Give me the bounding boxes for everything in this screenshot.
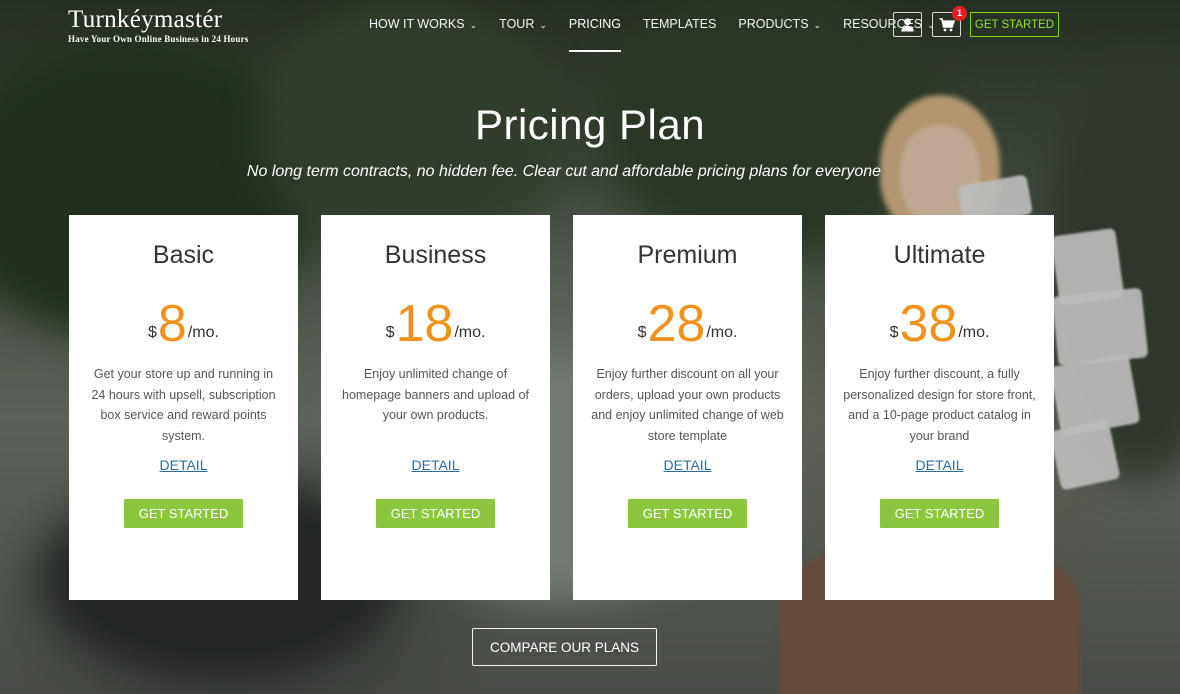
account-button[interactable] (893, 12, 922, 37)
plan-price: $ 28 /mo. (573, 290, 802, 350)
plan-detail-link[interactable]: DETAIL (664, 457, 712, 473)
price-currency: $ (385, 324, 395, 341)
plan-card-premium: Premium $ 28 /mo. Enjoy further discount… (573, 215, 802, 600)
price-currency: $ (148, 324, 157, 341)
plan-detail-link[interactable]: DETAIL (160, 457, 208, 473)
plan-description: Enjoy further discount on all your order… (591, 367, 784, 443)
plan-get-started-button[interactable]: GET STARTED (376, 499, 495, 528)
plan-price: $ 8 /mo. (69, 290, 298, 350)
plan-name: Basic (152, 241, 215, 269)
plan-card-ultimate: Ultimate $ 38 /mo. Enjoy further discoun… (825, 215, 1054, 600)
chevron-down-icon: ⌄ (539, 20, 547, 30)
nav-label: HOW IT WORKS (369, 17, 465, 31)
plan-get-started-button[interactable]: GET STARTED (628, 499, 747, 528)
nav-label: TOUR (499, 17, 535, 31)
chevron-down-icon: ⌄ (813, 20, 822, 30)
nav-templates[interactable]: TEMPLATES (643, 0, 716, 52)
brand-name: Turnkéymastér (68, 6, 223, 33)
plan-name: Business (384, 241, 487, 269)
nav-label: PRODUCTS (738, 17, 809, 31)
main-nav: HOW IT WORKS ⌄ TOUR ⌄ PRICING TEMPLATES … (369, 0, 957, 52)
page-subtitle: No long term contracts, no hidden fee. C… (246, 163, 882, 180)
plan-name: Ultimate (893, 241, 986, 269)
price-amount: 8 (157, 295, 187, 353)
nav-products[interactable]: PRODUCTS ⌄ (738, 0, 821, 52)
cart-button[interactable]: 1 (932, 6, 967, 37)
nav-how-it-works[interactable]: HOW IT WORKS ⌄ (369, 0, 477, 52)
plan-price: $ 38 /mo. (825, 290, 1054, 350)
cart-icon (939, 17, 955, 31)
compare-plans-button[interactable]: COMPARE OUR PLANS (472, 628, 657, 666)
plan-description: Enjoy unlimited change of homepage banne… (342, 367, 529, 422)
header-get-started-button[interactable]: GET STARTED (970, 12, 1059, 37)
nav-pricing[interactable]: PRICING (568, 0, 622, 52)
price-currency: $ (637, 324, 647, 341)
nav-tour[interactable]: TOUR ⌄ (499, 0, 547, 52)
price-amount: 38 (899, 295, 958, 353)
price-currency: $ (889, 324, 899, 341)
price-period: /mo. (958, 324, 990, 341)
nav-label: TEMPLATES (642, 17, 717, 31)
plan-description: Get your store up and running in 24 hour… (91, 367, 276, 443)
site-header: Turnkéymastér Have Your Own Online Busin… (0, 0, 1180, 52)
plan-get-started-button[interactable]: GET STARTED (880, 499, 999, 528)
chevron-down-icon: ⌄ (469, 20, 478, 30)
price-amount: 28 (647, 295, 706, 353)
price-period: /mo. (454, 324, 486, 341)
plan-detail-link[interactable]: DETAIL (412, 457, 460, 473)
user-icon (901, 18, 914, 32)
price-period: /mo. (706, 324, 738, 341)
plan-card-basic: Basic $ 8 /mo. Get your store up and run… (69, 215, 298, 600)
brand-tagline: Have Your Own Online Business in 24 Hour… (68, 34, 249, 44)
site-logo[interactable]: Turnkéymastér Have Your Own Online Busin… (68, 6, 249, 44)
cart-count-badge: 1 (952, 6, 967, 21)
page-title: Pricing Plan (474, 101, 706, 148)
plan-name: Premium (637, 241, 738, 269)
price-amount: 18 (395, 295, 454, 353)
price-period: /mo. (187, 324, 219, 341)
plan-description: Enjoy further discount, a fully personal… (843, 367, 1036, 443)
plan-get-started-button[interactable]: GET STARTED (124, 499, 243, 528)
plan-price: $ 18 /mo. (321, 290, 550, 350)
plan-detail-link[interactable]: DETAIL (916, 457, 964, 473)
plan-card-business: Business $ 18 /mo. Enjoy unlimited chang… (321, 215, 550, 600)
nav-label: PRICING (568, 17, 621, 31)
